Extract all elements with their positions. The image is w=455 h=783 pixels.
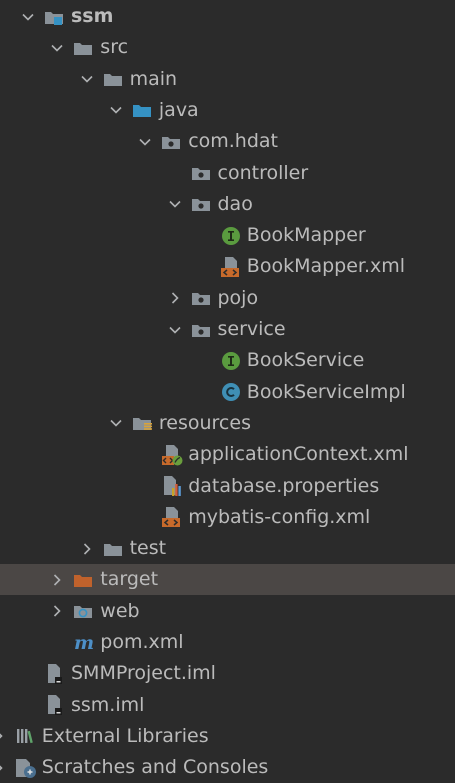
xml-file-icon	[218, 251, 244, 282]
folder-icon	[71, 32, 97, 63]
chevron-down-icon[interactable]	[47, 32, 67, 63]
tree-item-label: ssm.iml	[71, 693, 145, 716]
tree-item-label: src	[100, 36, 129, 59]
tree-item[interactable]: SMMProject.iml	[0, 658, 455, 689]
chevron-down-icon[interactable]	[18, 1, 38, 32]
chevron-right-icon[interactable]	[0, 752, 9, 783]
tree-item-label: web	[100, 599, 140, 622]
tree-item-label: BookServiceImpl	[246, 380, 406, 403]
tree-item-label: controller	[217, 161, 309, 184]
interface-icon	[218, 220, 244, 251]
chevron-down-icon[interactable]	[165, 314, 185, 345]
class-icon	[218, 377, 244, 408]
package-icon	[159, 126, 185, 157]
tree-item[interactable]: BookServiceImpl	[0, 377, 455, 408]
tree-item[interactable]: database.properties	[0, 471, 455, 502]
scratches-icon	[13, 752, 39, 783]
tree-item-label: main	[129, 67, 178, 90]
iml-file-icon	[42, 658, 68, 689]
tree-item[interactable]: main	[0, 64, 455, 95]
tree-item-label: target	[100, 568, 159, 591]
tree-item[interactable]: com.hdat	[0, 126, 455, 157]
tree-item-label: test	[129, 537, 167, 560]
folder-icon	[101, 64, 127, 95]
folder-icon	[101, 533, 127, 564]
tree-item[interactable]: BookMapper.xml	[0, 251, 455, 282]
tree-item[interactable]: dao	[0, 189, 455, 220]
tree-item[interactable]: java	[0, 95, 455, 126]
chevron-right-icon[interactable]	[0, 721, 9, 752]
package-icon	[189, 283, 215, 314]
tree-item[interactable]: web	[0, 596, 455, 627]
tree-item[interactable]: service	[0, 314, 455, 345]
chevron-right-icon[interactable]	[47, 596, 67, 627]
chevron-down-icon[interactable]	[165, 189, 185, 220]
chevron-right-icon[interactable]	[47, 564, 67, 595]
tree-item-label: dao	[217, 192, 253, 215]
package-icon	[189, 189, 215, 220]
tree-item[interactable]: Scratches and Consoles	[0, 752, 455, 783]
tree-item-label: pom.xml	[100, 631, 184, 653]
tree-item[interactable]: ssm.iml	[0, 690, 455, 721]
resources-folder-icon	[130, 408, 156, 439]
tree-item-label: resources	[158, 411, 251, 434]
properties-file-icon	[159, 471, 185, 502]
excluded-folder-icon	[71, 564, 97, 595]
xml-file-icon	[159, 502, 185, 533]
tree-item[interactable]: ssm	[0, 1, 455, 32]
tree-item-label: pojo	[217, 286, 259, 309]
tree-item-label: BookMapper.xml	[246, 255, 406, 278]
tree-item[interactable]: BookService	[0, 345, 455, 376]
tree-item-label: External Libraries	[41, 724, 209, 747]
package-icon	[189, 158, 215, 189]
maven-icon: m	[71, 627, 97, 658]
module-folder-icon	[42, 1, 68, 32]
tree-item-label: ssm	[71, 5, 114, 27]
spring-xml-icon	[159, 439, 185, 470]
tree-item-label: SMMProject.iml	[71, 662, 216, 685]
chevron-down-icon[interactable]	[135, 126, 155, 157]
project-tree: ssm src main java com.hdat controller dao BookM…	[0, 0, 455, 783]
tree-item-label: database.properties	[188, 474, 380, 497]
tree-item[interactable]: test	[0, 533, 455, 564]
package-icon	[189, 314, 215, 345]
tree-item[interactable]: pojo	[0, 283, 455, 314]
tree-item-label: mybatis-config.xml	[188, 505, 371, 528]
interface-icon	[218, 345, 244, 376]
tree-item-label: Scratches and Consoles	[41, 756, 269, 779]
chevron-right-icon[interactable]	[77, 533, 97, 564]
tree-item[interactable]: src	[0, 32, 455, 63]
tree-item[interactable]: target	[0, 564, 455, 596]
chevron-down-icon[interactable]	[77, 64, 97, 95]
tree-item-label: service	[217, 318, 286, 340]
web-folder-icon	[71, 596, 97, 627]
chevron-right-icon[interactable]	[165, 283, 185, 314]
tree-item[interactable]: External Libraries	[0, 721, 455, 752]
tree-item-label: java	[158, 98, 199, 121]
libraries-icon	[13, 721, 39, 752]
tree-item-label: com.hdat	[188, 130, 279, 153]
chevron-down-icon[interactable]	[106, 95, 126, 126]
tree-item[interactable]: m pom.xml	[0, 627, 455, 658]
tree-item-label: BookService	[246, 349, 365, 372]
tree-item[interactable]: mybatis-config.xml	[0, 502, 455, 533]
tree-item[interactable]: BookMapper	[0, 220, 455, 251]
tree-item-label: BookMapper	[246, 224, 366, 247]
svg-text:m: m	[74, 633, 94, 653]
iml-file-icon	[42, 690, 68, 721]
tree-item[interactable]: applicationContext.xml	[0, 439, 455, 470]
chevron-down-icon[interactable]	[106, 408, 126, 439]
source-folder-icon	[130, 95, 156, 126]
tree-item-label: applicationContext.xml	[188, 443, 409, 466]
tree-item[interactable]: resources	[0, 408, 455, 439]
tree-item[interactable]: controller	[0, 158, 455, 189]
